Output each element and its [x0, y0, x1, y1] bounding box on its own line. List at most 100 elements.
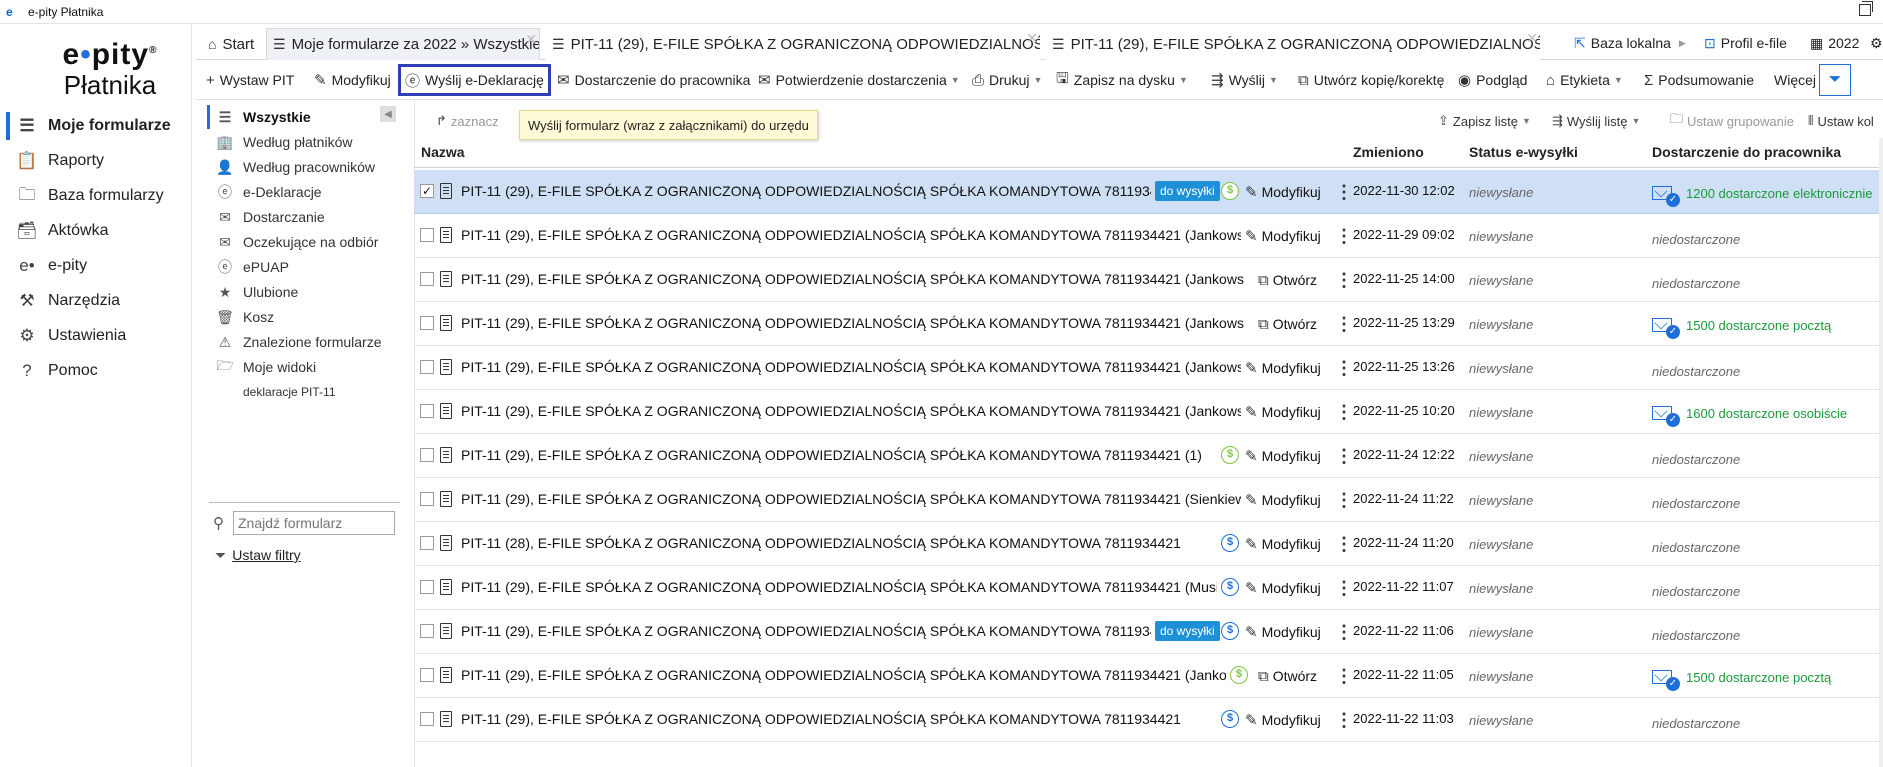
column-changed[interactable]: Zmieniono: [1353, 144, 1424, 160]
row-menu-icon[interactable]: ⋮: [1335, 400, 1353, 424]
table-row[interactable]: PIT-11 (29), E-FILE SPÓŁKA Z OGRANICZONĄ…: [414, 434, 1883, 478]
tab-pit11-2[interactable]: ☰ PIT-11 (29), E-FILE SPÓŁKA Z OGRANICZO…: [1046, 28, 1540, 60]
table-row[interactable]: PIT-11 (29), E-FILE SPÓŁKA Z OGRANICZONĄ…: [414, 346, 1883, 390]
chevron-down-icon[interactable]: ▼: [1522, 116, 1531, 126]
payment-icon[interactable]: $: [1221, 710, 1239, 728]
row-open-button[interactable]: ⧉ Otwórz: [1258, 313, 1317, 335]
row-menu-icon[interactable]: ⋮: [1335, 312, 1353, 336]
restore-window-button[interactable]: [1859, 1, 1873, 16]
row-name[interactable]: PIT-11 (29), E-FILE SPÓŁKA Z OGRANICZONĄ…: [461, 227, 1241, 245]
row-checkbox[interactable]: [420, 272, 434, 286]
row-name[interactable]: PIT-11 (29), E-FILE SPÓŁKA Z OGRANICZONĄ…: [461, 183, 1151, 201]
row-menu-icon[interactable]: ⋮: [1335, 356, 1353, 380]
close-tab-icon[interactable]: ✕: [1026, 30, 1038, 47]
row-menu-icon[interactable]: ⋮: [1335, 664, 1353, 688]
table-row[interactable]: PIT-11 (29), E-FILE SPÓŁKA Z OGRANICZONĄ…: [414, 390, 1883, 434]
print-button[interactable]: ⎙ Drukuj ▼: [972, 66, 1042, 94]
row-checkbox[interactable]: [420, 580, 434, 594]
view-item[interactable]: deklaracje PIT-11: [243, 379, 336, 405]
preview-button[interactable]: ◉ Podgląd: [1458, 66, 1527, 94]
table-row[interactable]: PIT-11 (29), E-FILE SPÓŁKA Z OGRANICZONĄ…: [414, 302, 1883, 346]
set-filters-link[interactable]: ⏷ Ustaw filtry: [215, 544, 301, 566]
column-status[interactable]: Status e-wysyłki: [1469, 144, 1578, 160]
row-menu-icon[interactable]: ⋮: [1335, 532, 1353, 556]
deliver-to-employee-button[interactable]: ✉ Dostarczenie do pracownika: [557, 66, 750, 94]
row-checkbox[interactable]: [420, 624, 434, 638]
row-open-button[interactable]: ⧉ Otwórz: [1258, 665, 1317, 687]
nav-item-ustawienia[interactable]: ⚙ Ustawienia: [8, 318, 192, 354]
find-form-input[interactable]: [233, 511, 395, 535]
view-item[interactable]: 🏢 Według płatników: [215, 129, 352, 155]
payment-icon[interactable]: $: [1221, 182, 1239, 200]
row-menu-icon[interactable]: ⋮: [1335, 224, 1353, 248]
row-modify-button[interactable]: ✎ Modyfikuj: [1245, 621, 1321, 643]
row-checkbox[interactable]: ✓: [420, 184, 434, 198]
table-row[interactable]: PIT-11 (29), E-FILE SPÓŁKA Z OGRANICZONĄ…: [414, 566, 1883, 610]
view-item[interactable]: ★ Ulubione: [215, 279, 299, 305]
create-copy-correction-button[interactable]: ⧉ Utwórz kopię/korektę: [1298, 66, 1444, 94]
year-button[interactable]: ▦ 2022: [1810, 30, 1859, 56]
nav-item-baza-formularzy[interactable]: 🗀 Baza formularzy: [8, 178, 192, 214]
row-name[interactable]: PIT-11 (29), E-FILE SPÓŁKA Z OGRANICZONĄ…: [461, 579, 1217, 597]
nav-item-raporty[interactable]: 📋 Raporty: [8, 143, 192, 179]
row-menu-icon[interactable]: ⋮: [1335, 488, 1353, 512]
row-open-button[interactable]: ⧉ Otwórz: [1258, 269, 1317, 291]
payment-icon[interactable]: $: [1221, 534, 1239, 552]
row-modify-button[interactable]: ✎ Modyfikuj: [1245, 445, 1321, 467]
row-checkbox[interactable]: [420, 228, 434, 242]
nav-item-pomoc[interactable]: ? Pomoc: [8, 353, 192, 389]
confirm-delivery-button[interactable]: ✉ Potwierdzenie dostarczenia ▼: [758, 66, 960, 94]
row-name[interactable]: PIT-11 (29), E-FILE SPÓŁKA Z OGRANICZONĄ…: [461, 447, 1217, 465]
modify-button[interactable]: ✎ Modyfikuj: [314, 66, 391, 94]
row-checkbox[interactable]: [420, 404, 434, 418]
payment-icon[interactable]: $: [1221, 578, 1239, 596]
close-tab-icon[interactable]: ✕: [525, 31, 537, 48]
table-row[interactable]: PIT-11 (29), E-FILE SPÓŁKA Z OGRANICZONĄ…: [414, 258, 1883, 302]
row-checkbox[interactable]: [420, 668, 434, 682]
tab-start[interactable]: ⌂ Start: [202, 28, 258, 60]
row-name[interactable]: PIT-11 (29), E-FILE SPÓŁKA Z OGRANICZONĄ…: [461, 623, 1151, 641]
row-name[interactable]: PIT-11 (29), E-FILE SPÓŁKA Z OGRANICZONĄ…: [461, 315, 1244, 333]
row-modify-button[interactable]: ✎ Modyfikuj: [1245, 181, 1321, 203]
table-row[interactable]: PIT-11 (28), E-FILE SPÓŁKA Z OGRANICZONĄ…: [414, 522, 1883, 566]
row-name[interactable]: PIT-11 (29), E-FILE SPÓŁKA Z OGRANICZONĄ…: [461, 491, 1241, 509]
payment-icon[interactable]: $: [1221, 446, 1239, 464]
local-database-button[interactable]: ⇱ Baza lokalna ▶: [1574, 30, 1694, 56]
view-item[interactable]: ⚠ Znalezione formularze: [215, 329, 382, 355]
table-row[interactable]: PIT-11 (29), E-FILE SPÓŁKA Z OGRANICZONĄ…: [414, 654, 1883, 698]
row-modify-button[interactable]: ✎ Modyfikuj: [1245, 489, 1321, 511]
save-list-button[interactable]: ⇪ Zapisz listę ▼: [1438, 110, 1531, 132]
chevron-down-icon[interactable]: ▼: [1033, 75, 1042, 85]
row-menu-icon[interactable]: ⋮: [1335, 444, 1353, 468]
chevron-down-icon[interactable]: ▼: [1269, 75, 1278, 85]
view-item[interactable]: ☰ Wszystkie: [207, 104, 311, 130]
view-item[interactable]: ✉ Dostarczanie: [215, 204, 325, 230]
send-edeclaration-button[interactable]: ⓔ Wyślij e-Deklarację: [398, 64, 551, 96]
view-item[interactable]: 👤 Według pracowników: [215, 154, 375, 180]
nav-item-narzędzia[interactable]: ⚒ Narzędzia: [8, 283, 192, 319]
summary-button[interactable]: Σ Podsumowanie: [1644, 66, 1754, 94]
chevron-down-icon[interactable]: ▼: [1614, 75, 1623, 85]
collapse-sidebar-button[interactable]: ◀: [380, 106, 396, 122]
row-modify-button[interactable]: ✎ Modyfikuj: [1245, 357, 1321, 379]
view-item[interactable]: ⓔ ePUAP: [215, 254, 289, 280]
nav-item-aktówka[interactable]: 🗃 Aktówka: [8, 213, 192, 249]
row-menu-icon[interactable]: ⋮: [1335, 576, 1353, 600]
chevron-down-icon[interactable]: ▼: [1179, 75, 1188, 85]
close-tab-icon[interactable]: ✕: [1526, 30, 1538, 47]
save-to-disk-button[interactable]: 🖫 Zapisz na dysku ▼: [1056, 66, 1188, 94]
view-item[interactable]: 🗑 Kosz: [215, 304, 274, 330]
row-modify-button[interactable]: ✎ Modyfikuj: [1245, 225, 1321, 247]
row-name[interactable]: PIT-11 (29), E-FILE SPÓŁKA Z OGRANICZONĄ…: [461, 711, 1217, 729]
set-grouping-button[interactable]: 🗀 Ustaw grupowanie: [1670, 110, 1794, 132]
row-name[interactable]: PIT-11 (29), E-FILE SPÓŁKA Z OGRANICZONĄ…: [461, 403, 1241, 421]
set-columns-button[interactable]: ⫴ Ustaw kol: [1808, 110, 1874, 132]
table-row[interactable]: PIT-11 (29), E-FILE SPÓŁKA Z OGRANICZONĄ…: [414, 214, 1883, 258]
view-item[interactable]: 🗁 Moje widoki: [215, 354, 316, 380]
chevron-down-icon[interactable]: ▼: [1631, 116, 1640, 126]
label-button[interactable]: ⌂ Etykieta ▼: [1546, 66, 1623, 94]
tab-pit11-1[interactable]: ☰ PIT-11 (29), E-FILE SPÓŁKA Z OGRANICZO…: [546, 28, 1040, 60]
row-menu-icon[interactable]: ⋮: [1335, 708, 1353, 732]
row-checkbox[interactable]: [420, 316, 434, 330]
nav-item-e-pity[interactable]: e• e-pity: [8, 248, 192, 284]
